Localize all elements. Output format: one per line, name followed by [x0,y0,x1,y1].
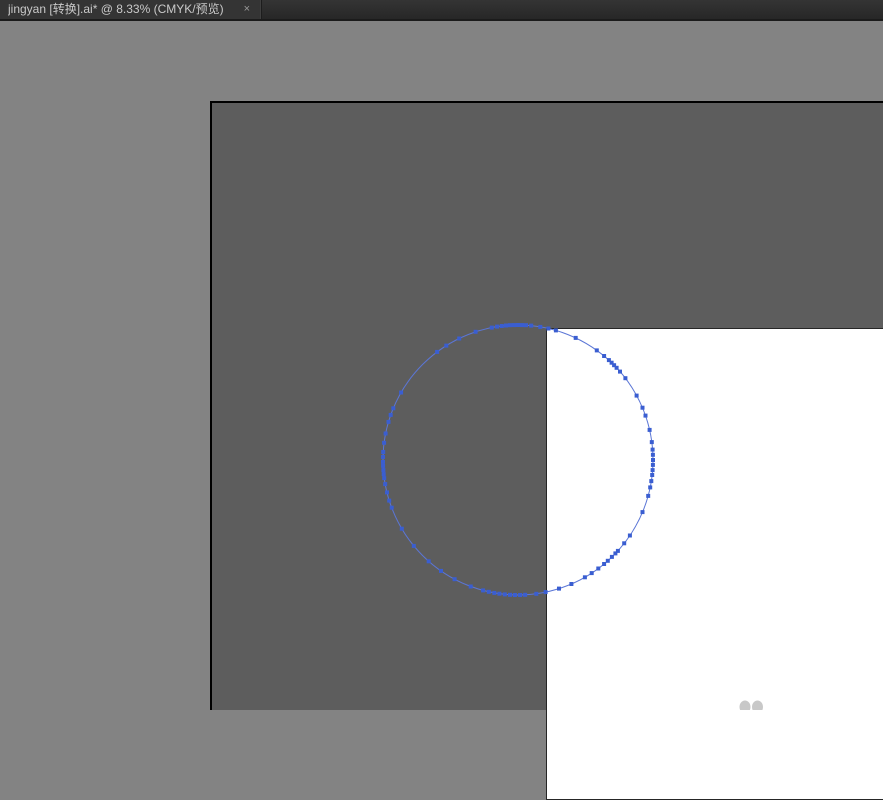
artboard[interactable] [546,328,883,800]
document-tab-title: jingyan [转换].ai* @ 8.33% (CMYK/预览) [8,0,229,19]
document-tab-bar: jingyan [转换].ai* @ 8.33% (CMYK/预览) × [0,0,883,21]
tab-close-icon[interactable]: × [241,0,253,19]
pasteboard[interactable] [210,101,883,710]
document-tab[interactable]: jingyan [转换].ai* @ 8.33% (CMYK/预览) × [0,0,262,19]
